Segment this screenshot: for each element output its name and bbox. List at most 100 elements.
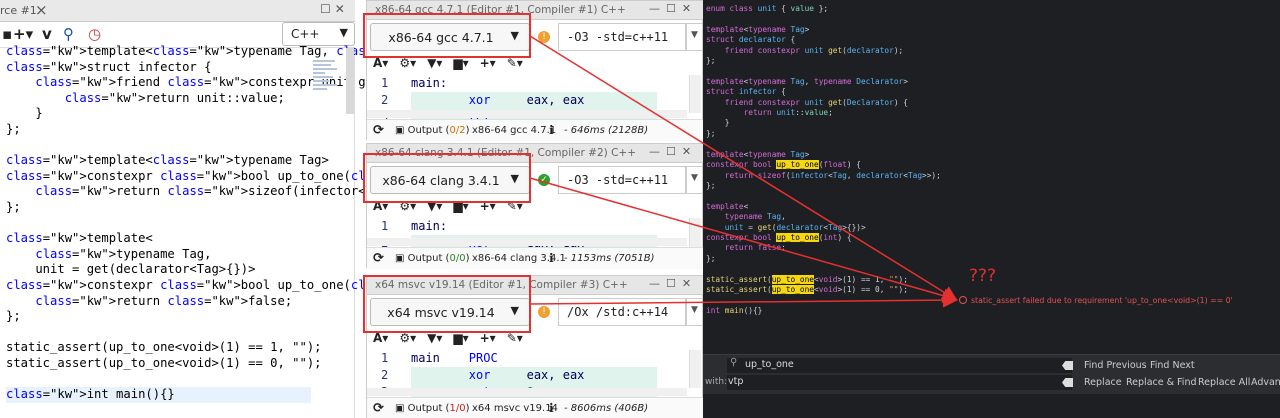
gear-icon[interactable]: ⚙▾ <box>399 199 416 213</box>
asm-line[interactable]: 2 xor eax, eax <box>367 92 667 109</box>
add-icon[interactable]: +▾ <box>480 331 496 345</box>
language-select[interactable]: C++ ▼ <box>282 22 355 46</box>
pane-horizontal-scrollbar[interactable] <box>367 238 687 246</box>
brush-icon[interactable]: ✎▾ <box>507 199 523 213</box>
add-icon[interactable]: +▾ <box>480 199 496 213</box>
pane-tab-title[interactable]: x86-64 gcc 4.7.1 (Editor #1, Compiler #1… <box>375 4 626 16</box>
source-scrollbar[interactable] <box>346 48 354 114</box>
pane-tab-title[interactable]: x86-64 clang 3.4.1 (Editor #1, Compiler … <box>375 147 636 159</box>
options-dropdown[interactable]: ▼ <box>686 298 703 326</box>
gear-icon[interactable]: ⚙▾ <box>399 331 416 345</box>
asm-line[interactable]: 2 xor eax, eax <box>367 367 667 384</box>
search-icon[interactable]: ⚲ <box>63 25 74 43</box>
restore-icon[interactable]: ☐ <box>666 2 682 15</box>
asm-line[interactable]: 1 main: <box>367 75 667 92</box>
code-line[interactable]: unit = get(declarator<Tag>{})> <box>6 262 311 278</box>
restore-icon[interactable]: ☐ <box>666 145 682 158</box>
code-line[interactable]: static_assert(up_to_one<void>(1) == 0, "… <box>6 356 322 372</box>
refresh-icon[interactable]: ⟳ <box>373 251 384 266</box>
close-icon[interactable]: ✕ <box>682 277 697 290</box>
restore-icon[interactable]: ☐ <box>320 2 335 16</box>
gear-icon[interactable]: ⚙▾ <box>399 56 416 70</box>
advanced-button[interactable]: Advanc <box>1251 377 1280 388</box>
find-input[interactable]: ⚲ up_to_one <box>727 357 1072 373</box>
code-line[interactable]: }; <box>6 309 311 325</box>
compiler-select[interactable]: x64 msvc v19.14 ▼ <box>370 298 530 326</box>
code-line[interactable]: class="kw">typename Tag, <box>6 247 311 263</box>
vim-icon[interactable]: ᴠ <box>42 25 52 43</box>
book-icon[interactable]: ▆▾ <box>453 56 468 70</box>
code-line[interactable]: }; <box>6 200 311 216</box>
replace-button[interactable]: Replace <box>1084 377 1122 388</box>
close-icon[interactable]: × <box>35 1 48 19</box>
text-format-icon[interactable]: A▾ <box>373 56 388 70</box>
filter-icon[interactable]: ▼▾ <box>427 331 442 345</box>
close-icon[interactable]: ✕ <box>335 2 349 16</box>
code-line[interactable]: class="kw">return class="kw">false; <box>6 294 311 310</box>
find-previous-button[interactable]: Find Previous <box>1084 360 1147 371</box>
restore-icon[interactable]: ☐ <box>666 277 682 290</box>
pane-horizontal-scrollbar[interactable] <box>367 110 687 118</box>
minimap[interactable] <box>313 60 341 100</box>
code-line[interactable] <box>6 325 311 341</box>
pane-scrollbar[interactable] <box>689 350 701 388</box>
code-line[interactable] <box>6 216 311 232</box>
code-line[interactable]: class="kw">friend class="kw">constexpr u… <box>6 75 483 91</box>
info-icon[interactable]: ℹ <box>549 401 554 415</box>
minimize-icon[interactable]: — <box>649 145 666 158</box>
pane-tab-title[interactable]: x64 msvc v19.14 (Editor #1, Compiler #3)… <box>375 279 628 291</box>
dark-code[interactable]: enum class unit { value }; template<type… <box>706 4 941 316</box>
minimize-icon[interactable]: — <box>649 277 666 290</box>
code-line[interactable]: class="kw">constexpr class="kw">bool up_… <box>6 278 476 294</box>
asm-line[interactable]: 1 main PROC <box>367 350 667 367</box>
add-icon[interactable]: +▾ <box>13 25 33 43</box>
add-icon[interactable]: +▾ <box>480 56 496 70</box>
compiler-options-input[interactable]: -O3 -std=c++11 <box>558 23 686 51</box>
save-icon[interactable]: ▪ <box>2 25 12 43</box>
pane-scrollbar[interactable] <box>689 75 701 113</box>
timer-icon[interactable]: ◷ <box>88 25 101 43</box>
pane-horizontal-scrollbar[interactable] <box>367 388 687 396</box>
close-icon[interactable]: ✕ <box>682 145 697 158</box>
code-line[interactable]: class="kw">template<class="kw">typename … <box>6 44 564 60</box>
options-dropdown[interactable]: ▼ <box>686 166 703 194</box>
text-format-icon[interactable]: A▾ <box>373 199 388 213</box>
output-button[interactable]: ▣ Output (0/0) <box>395 253 469 264</box>
info-icon[interactable]: ℹ <box>549 251 554 265</box>
code-line[interactable]: }; <box>6 122 311 138</box>
compiler-options-input[interactable]: /Ox /std:c++14 <box>558 298 686 326</box>
replace-find-button[interactable]: Replace & Find <box>1126 377 1197 388</box>
filter-icon[interactable]: ▼▾ <box>427 56 442 70</box>
brush-icon[interactable]: ✎▾ <box>507 56 523 70</box>
code-line[interactable] <box>6 138 311 154</box>
compiler-select[interactable]: x86-64 clang 3.4.1 ▼ <box>370 166 530 194</box>
code-line[interactable]: class="kw">template<class="kw">typename … <box>6 153 329 169</box>
refresh-icon[interactable]: ⟳ <box>373 401 384 416</box>
code-line[interactable]: class="kw">int main(){} <box>6 387 311 403</box>
find-next-button[interactable]: Find Next <box>1150 360 1195 371</box>
close-icon[interactable]: ✕ <box>682 2 697 15</box>
refresh-icon[interactable]: ⟳ <box>373 123 384 138</box>
book-icon[interactable]: ▆▾ <box>453 331 468 345</box>
code-line[interactable]: } <box>6 106 311 122</box>
source-code[interactable]: class="kw">template<class="kw">typename … <box>6 44 564 403</box>
replace-all-button[interactable]: Replace All <box>1198 377 1250 388</box>
text-format-icon[interactable]: A▾ <box>373 331 388 345</box>
code-line[interactable]: class="kw">template< <box>6 231 311 247</box>
code-line[interactable] <box>6 371 311 387</box>
compiler-select[interactable]: x86-64 gcc 4.7.1 ▼ <box>370 23 530 51</box>
filter-icon[interactable]: ▼▾ <box>427 199 442 213</box>
code-line[interactable]: class="kw">return unit::value; <box>6 91 311 107</box>
compiler-options-input[interactable]: -O3 -std=c++11 <box>558 166 686 194</box>
brush-icon[interactable]: ✎▾ <box>507 331 523 345</box>
code-line[interactable]: class="kw">struct infector { <box>6 60 311 76</box>
asm-line[interactable]: 1 main: <box>367 218 667 235</box>
code-line[interactable]: class="kw">return class="kw">sizeof(infe… <box>6 184 534 200</box>
code-line[interactable]: class="kw">constexpr class="kw">bool up_… <box>6 169 490 185</box>
source-tab-label[interactable]: rce #1 <box>0 4 37 17</box>
options-dropdown[interactable]: ▼ <box>686 23 703 51</box>
info-icon[interactable]: ℹ <box>549 123 554 137</box>
book-icon[interactable]: ▆▾ <box>453 199 468 213</box>
minimize-icon[interactable]: — <box>649 2 666 15</box>
output-button[interactable]: ▣ Output (1/0) <box>395 403 469 414</box>
